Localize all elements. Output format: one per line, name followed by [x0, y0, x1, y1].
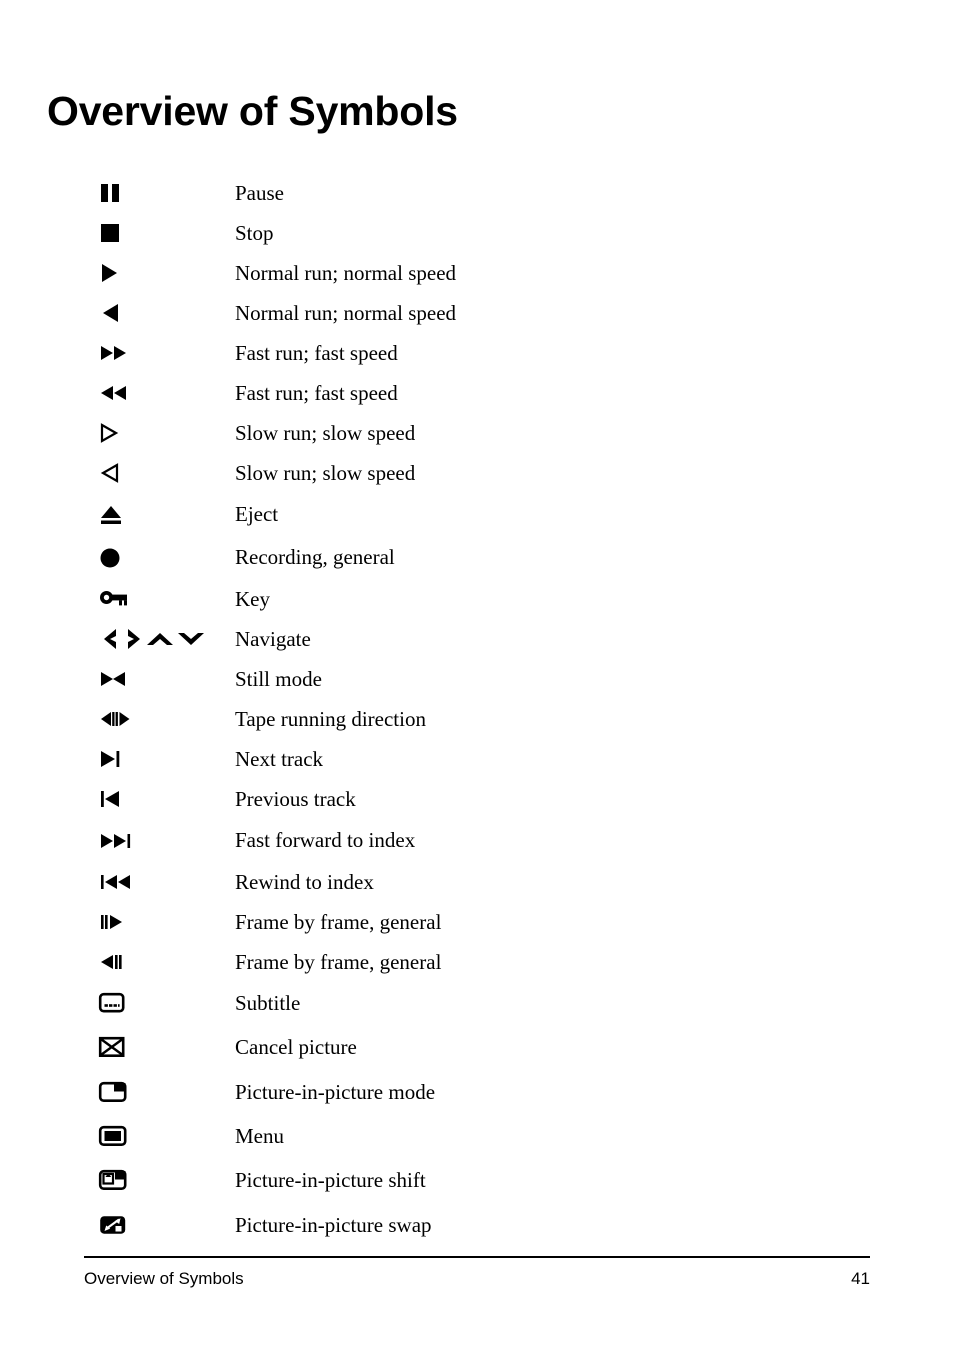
symbol-label: Normal run; normal speed: [235, 300, 457, 325]
key-icon: [0, 579, 235, 619]
table-row: Eject: [0, 493, 954, 536]
symbol-label: Cancel picture: [235, 1035, 357, 1059]
symbol-label: Fast run; fast speed: [235, 340, 398, 365]
table-row: Cancel picture: [0, 1025, 954, 1070]
symbol-label: Previous track: [235, 786, 356, 811]
menu-icon: [0, 1117, 235, 1157]
rewind-to-index-icon: [0, 862, 235, 902]
symbol-label: Frame by frame, general: [235, 909, 442, 934]
pause-icon: [0, 173, 235, 213]
fast-forward-icon: [0, 333, 235, 373]
symbol-label: Menu: [235, 1124, 284, 1148]
picture-in-picture-shift-icon: [0, 1161, 235, 1201]
footer-divider: [84, 1256, 870, 1258]
frame-by-frame-reverse-icon: [0, 942, 235, 982]
table-row: Next track: [0, 739, 954, 779]
picture-in-picture-swap-icon: [0, 1206, 235, 1246]
symbol-label: Frame by frame, general: [235, 949, 442, 974]
table-row: Picture-in-picture mode: [0, 1070, 954, 1115]
symbol-label: Stop: [235, 220, 274, 245]
table-row: Fast run; fast speed: [0, 373, 954, 413]
symbol-label: Tape running direction: [235, 706, 426, 731]
slow-reverse-icon: [0, 453, 235, 493]
symbol-label: Rewind to index: [235, 869, 374, 894]
table-row: Frame by frame, general: [0, 902, 954, 942]
cancel-picture-icon: [0, 1028, 235, 1068]
table-row: Slow run; slow speed: [0, 413, 954, 453]
table-row: Fast forward to index: [0, 819, 954, 862]
table-row: Pause: [0, 173, 954, 213]
table-row: Key: [0, 579, 954, 619]
table-row: Frame by frame, general: [0, 942, 954, 982]
fast-rewind-icon: [0, 373, 235, 413]
play-forward-icon: [0, 253, 235, 293]
table-row: Recording, general: [0, 536, 954, 579]
tape-running-direction-icon: [0, 699, 235, 739]
record-icon: [0, 538, 235, 578]
table-row: Tape running direction: [0, 699, 954, 739]
fast-forward-to-index-icon: [0, 821, 235, 861]
table-row: Picture-in-picture shift: [0, 1158, 954, 1203]
navigate-icon: [0, 619, 235, 659]
footer-page-number: 41: [851, 1269, 870, 1288]
symbol-label: Still mode: [235, 666, 322, 691]
symbol-label: Picture-in-picture mode: [235, 1080, 436, 1104]
stop-icon: [0, 213, 235, 253]
document-page: Overview of Symbols Pause Stop Normal ru…: [0, 0, 954, 1352]
table-row: Previous track: [0, 779, 954, 819]
symbol-label: Picture-in-picture shift: [235, 1168, 426, 1192]
table-row: Slow run; slow speed: [0, 453, 954, 493]
slow-forward-icon: [0, 413, 235, 453]
page-footer: Overview of Symbols 41: [84, 1256, 870, 1289]
footer-section-title: Overview of Symbols: [84, 1269, 244, 1288]
symbol-label: Fast forward to index: [235, 828, 416, 852]
previous-track-icon: [0, 779, 235, 819]
table-row: Normal run; normal speed: [0, 253, 954, 293]
symbol-label: Slow run; slow speed: [235, 460, 416, 485]
table-row: Subtitle: [0, 982, 954, 1025]
table-row: Stop: [0, 213, 954, 253]
frame-by-frame-forward-icon: [0, 902, 235, 942]
symbol-label: Next track: [235, 746, 324, 771]
symbol-label: Fast run; fast speed: [235, 380, 398, 405]
table-row: Rewind to index: [0, 862, 954, 902]
symbol-label: Subtitle: [235, 991, 301, 1015]
symbol-list: Pause Stop Normal run; normal speed Norm…: [0, 173, 954, 1248]
symbol-label: Normal run; normal speed: [235, 260, 457, 285]
table-row: Normal run; normal speed: [0, 293, 954, 333]
symbol-label: Eject: [235, 502, 279, 526]
symbol-label: Recording, general: [235, 545, 395, 569]
table-row: Menu: [0, 1115, 954, 1158]
play-reverse-icon: [0, 293, 235, 333]
symbol-label: Navigate: [235, 626, 311, 651]
table-row: Still mode: [0, 659, 954, 699]
table-row: Navigate: [0, 619, 954, 659]
picture-in-picture-mode-icon: [0, 1073, 235, 1113]
still-mode-icon: [0, 659, 235, 699]
page-title: Overview of Symbols: [47, 88, 458, 134]
symbol-label: Slow run; slow speed: [235, 420, 416, 445]
next-track-icon: [0, 739, 235, 779]
symbol-label: Picture-in-picture swap: [235, 1213, 432, 1237]
symbol-label: Key: [235, 586, 270, 611]
table-row: Fast run; fast speed: [0, 333, 954, 373]
eject-icon: [0, 495, 235, 535]
symbol-label: Pause: [235, 180, 284, 205]
table-row: Picture-in-picture swap: [0, 1203, 954, 1248]
subtitle-icon: [0, 984, 235, 1024]
